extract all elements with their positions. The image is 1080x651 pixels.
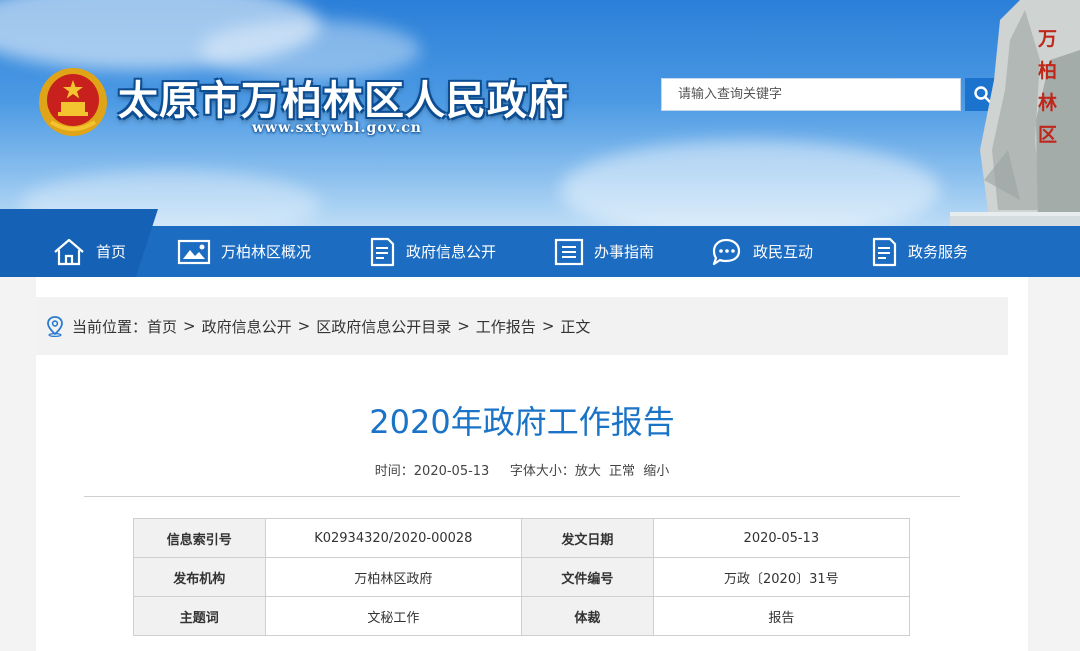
font-size-label: 字体大小： [509, 464, 575, 479]
info-value: 文秘工作 [264, 596, 523, 636]
home-icon [54, 238, 84, 265]
seal-char: 林 [1038, 92, 1058, 114]
nav-item-guide[interactable]: 办事指南 [554, 226, 654, 277]
document-icon [872, 237, 897, 266]
info-value: 万柏林区政府 [264, 557, 523, 597]
table-row: 信息索引号 K02934320/2020-00028 发文日期 2020-05-… [133, 518, 911, 558]
header-banner: 太原市万柏林区人民政府 www.sxtywbl.gov.cn 请输入查询关键字 … [0, 0, 1080, 226]
table-row: 主题词 文秘工作 体裁 报告 [133, 596, 911, 636]
nav-item-label: 万柏林区概况 [221, 243, 312, 261]
article-title: 2020年政府工作报告 [369, 403, 675, 441]
location-icon [47, 316, 63, 337]
nav-item-home[interactable]: 首页 [52, 226, 126, 277]
breadcrumb-separator: > [541, 317, 555, 335]
seal-char: 区 [1038, 124, 1058, 146]
national-emblem-icon [39, 68, 107, 136]
nav-item-label: 政府信息公开 [406, 243, 497, 261]
info-key: 体裁 [521, 596, 654, 636]
font-size-enlarge[interactable]: 放大 [575, 464, 601, 479]
info-key: 发布机构 [133, 557, 266, 597]
publish-time: 时间：2020-05-13 [374, 464, 490, 479]
breadcrumb: 当前位置： 首页 > 政府信息公开 > 区政府信息公开目录 > 工作报告 > 正… [36, 297, 1008, 355]
mountain-image [950, 0, 1080, 226]
info-table: 信息索引号 K02934320/2020-00028 发文日期 2020-05-… [133, 518, 911, 636]
info-value: 2020-05-13 [652, 518, 911, 558]
breadcrumb-item[interactable]: 首页 [147, 316, 177, 337]
list-icon [554, 238, 584, 265]
document-icon [370, 237, 395, 266]
nav-item-gov-info[interactable]: 政府信息公开 [368, 226, 496, 277]
nav-item-label: 首页 [96, 243, 127, 261]
seal-char: 万 [1038, 28, 1058, 50]
nav-item-label: 政民互动 [753, 243, 814, 261]
nav-item-overview[interactable]: 万柏林区概况 [177, 226, 311, 277]
breadcrumb-separator: > [183, 317, 196, 335]
info-value: K02934320/2020-00028 [264, 518, 523, 558]
info-value: 报告 [652, 596, 911, 636]
seal-char: 柏 [1038, 60, 1058, 82]
article-meta: 时间：2020-05-13 字体大小：放大 正常 缩小 [0, 460, 1044, 479]
chat-icon [712, 238, 741, 265]
site-title: 太原市万柏林区人民政府 [118, 77, 569, 124]
search-input[interactable]: 请输入查询关键字 [661, 78, 961, 111]
nav-item-interaction[interactable]: 政民互动 [709, 226, 813, 277]
info-key: 信息索引号 [133, 518, 266, 558]
info-key: 文件编号 [521, 557, 654, 597]
font-size-shrink[interactable]: 缩小 [643, 464, 669, 479]
info-value: 万政〔2020〕31号 [652, 557, 911, 597]
breadcrumb-item[interactable]: 区政府信息公开目录 [316, 316, 451, 337]
breadcrumb-separator: > [297, 317, 311, 335]
nav-item-services[interactable]: 政务服务 [870, 226, 968, 277]
picture-icon [177, 239, 211, 264]
info-key: 主题词 [133, 596, 266, 636]
table-row: 发布机构 万柏林区政府 文件编号 万政〔2020〕31号 [133, 557, 911, 597]
breadcrumb-item: 正文 [560, 317, 591, 336]
breadcrumb-item[interactable]: 政府信息公开 [202, 316, 292, 337]
nav-item-label: 办事指南 [594, 243, 655, 261]
breadcrumb-prefix: 当前位置： [72, 317, 148, 336]
divider [84, 496, 960, 497]
site-url: www.sxtywbl.gov.cn [252, 120, 422, 136]
info-key: 发文日期 [521, 518, 654, 558]
font-size-normal[interactable]: 正常 [609, 464, 635, 479]
breadcrumb-separator: > [457, 317, 470, 335]
breadcrumb-item[interactable]: 工作报告 [476, 316, 536, 337]
nav-item-label: 政务服务 [908, 243, 969, 261]
